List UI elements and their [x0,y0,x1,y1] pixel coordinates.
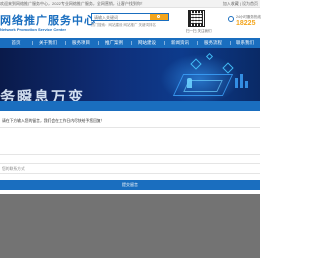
banner-person-icon [187,78,192,88]
nav-item-services[interactable]: 服务项目 [66,38,96,48]
main-nav: 首页 关于我们 服务项目 推广案例 网站建设 新闻资讯 服务流程 联系我们 [0,38,260,48]
qr-caption: 扫一扫 关注我们 [186,29,212,33]
nav-item-home[interactable]: 首页 [2,38,30,48]
nav-item-about[interactable]: 关于我们 [33,38,63,48]
contact-field[interactable]: 您的联系方式 [0,163,260,174]
logo-title[interactable]: 网络推广服务中心 [0,12,96,28]
nav-item-website[interactable]: 网站建设 [132,38,162,48]
banner-bar [235,78,238,88]
hero-banner: 务瞬息万变 [0,48,260,106]
contact-placeholder: 您的联系方式 [2,167,25,171]
nav-item-contact[interactable]: 联系我们 [231,38,259,48]
nav-item-news[interactable]: 新闻资讯 [165,38,195,48]
banner-bar [245,81,248,88]
message-textarea[interactable] [0,127,260,155]
nav-item-cases[interactable]: 推广案例 [99,38,129,48]
hot-search-keywords[interactable]: 热门搜索：网站建设 网站推广 关键词排名 [91,23,156,28]
search-box [91,13,169,21]
logo-subtitle: Network Promotion Service Center [0,27,67,32]
phone-icon [228,16,234,22]
search-input[interactable] [92,14,150,20]
submit-button[interactable]: 提交留言 [0,180,260,190]
search-button[interactable] [150,14,168,20]
bookmark-links[interactable]: 加入收藏 | 设为首页 [223,0,258,7]
modal-header [0,101,260,111]
modal-instruction: 请在下方输入您的留言，我们会在工作日内尽快给予您回复！ [2,119,105,123]
search-icon [157,15,160,18]
message-modal: 请在下方输入您的留言，我们会在工作日内尽快给予您回复！ 您的联系方式 提交留言 [0,101,260,194]
nav-item-process[interactable]: 服务流程 [198,38,228,48]
top-bar: 欢迎来到网络推广服务中心，2022专业网络推广服务，全网营销，让客户找到你！ 加… [0,0,260,8]
site-header: 网络推广服务中心 Network Promotion Service Cente… [0,8,261,38]
welcome-text: 欢迎来到网络推广服务中心，2022专业网络推广服务，全网营销，让客户找到你！ [0,1,145,6]
qr-code-icon [188,10,205,27]
banner-bar [240,74,243,88]
phone-number: 18225 [236,20,256,27]
